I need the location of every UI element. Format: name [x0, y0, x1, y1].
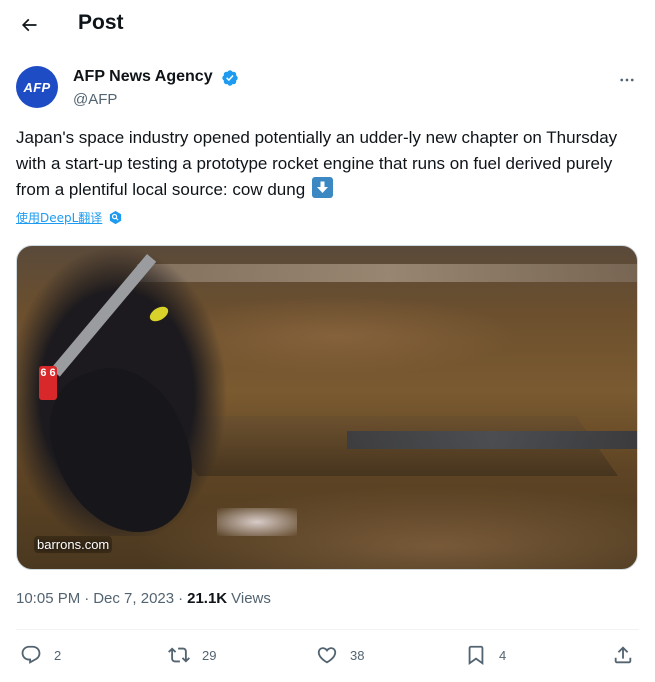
views-count: 21.1K — [187, 590, 228, 607]
tweet-actions: 2 29 38 4 — [16, 640, 639, 674]
more-horizontal-icon — [620, 78, 634, 82]
image-source-label[interactable]: barrons.com — [34, 536, 113, 553]
tweet-date[interactable]: Dec 7, 2023 — [93, 590, 174, 607]
back-button[interactable] — [16, 12, 42, 38]
views-label: Views — [231, 590, 271, 607]
bookmark-icon — [468, 645, 484, 666]
deepl-badge-icon — [110, 210, 122, 225]
translate-link[interactable]: 使用DeepL翻译 — [16, 209, 102, 226]
repost-icon — [168, 647, 190, 663]
meta-separator: · — [84, 590, 90, 607]
reply-icon — [21, 645, 41, 664]
cow-number-tag: 6 6 — [39, 366, 57, 400]
divider — [16, 629, 639, 630]
author-handle[interactable]: @AFP — [73, 91, 117, 108]
repost-button[interactable]: 29 — [168, 644, 216, 666]
heart-icon — [317, 647, 337, 664]
translate-row: 使用DeepL翻译 — [16, 209, 123, 226]
author-name[interactable]: AFP News Agency — [73, 68, 213, 86]
bookmark-button[interactable]: 4 — [465, 644, 506, 666]
down-arrow-emoji-icon — [311, 177, 333, 198]
like-button[interactable]: 38 — [316, 644, 364, 666]
share-button[interactable] — [612, 644, 634, 666]
like-count: 38 — [350, 647, 365, 663]
author-row: AFP AFP News Agency @AFP — [16, 64, 639, 112]
share-icon — [614, 646, 632, 664]
tweet-image[interactable]: 6 6 barrons.com — [16, 245, 638, 570]
reply-count: 2 — [54, 647, 62, 663]
meta-separator: · — [178, 590, 184, 607]
tweet-meta: 10:05 PM · Dec 7, 2023 · 21.1K Views — [16, 590, 271, 607]
trough-band-near — [347, 431, 637, 449]
bookmark-count: 4 — [499, 647, 507, 663]
tweet-time[interactable]: 10:05 PM — [16, 590, 80, 607]
avatar-text: AFP — [23, 79, 51, 95]
page-header: Post — [0, 0, 655, 50]
tweet-text: Japan's space industry opened potentiall… — [16, 125, 641, 203]
page-title: Post — [78, 11, 124, 34]
repost-count: 29 — [202, 647, 217, 663]
reply-button[interactable]: 2 — [20, 644, 61, 666]
arrow-left-icon — [21, 18, 37, 32]
more-options-button[interactable] — [617, 70, 637, 90]
avatar[interactable]: AFP — [16, 66, 58, 108]
verified-badge-icon — [222, 70, 238, 86]
